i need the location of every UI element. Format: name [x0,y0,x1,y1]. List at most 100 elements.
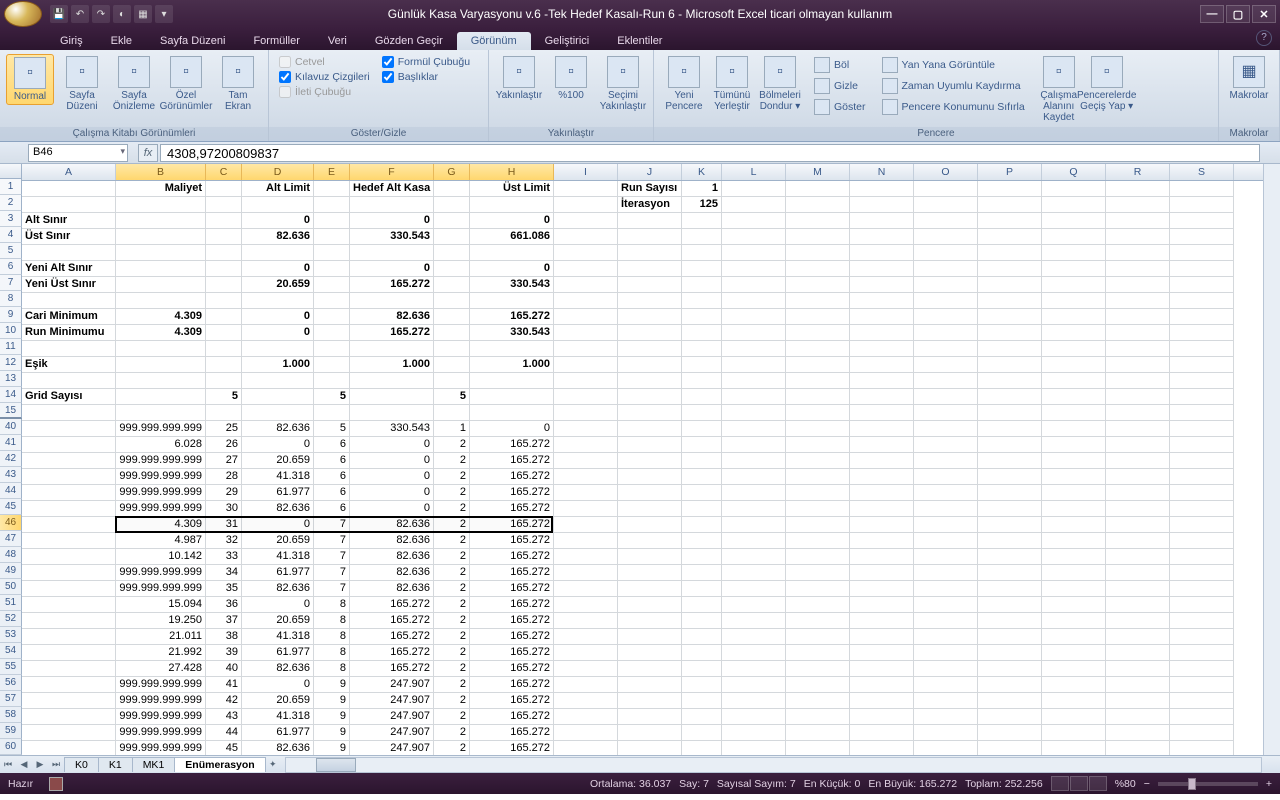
cell[interactable] [1042,693,1106,709]
cell[interactable] [786,693,850,709]
cell[interactable]: 2 [434,693,470,709]
name-box[interactable]: B46 [28,144,128,162]
cell[interactable] [22,693,116,709]
cell[interactable]: 6 [314,485,350,501]
cell[interactable] [1042,309,1106,325]
cell[interactable]: 165.272 [350,613,434,629]
cell[interactable] [1170,293,1234,309]
cell[interactable] [682,565,722,581]
cell[interactable]: 2 [434,469,470,485]
cell[interactable]: 165.272 [470,741,554,755]
cell[interactable] [1042,565,1106,581]
cell[interactable] [350,389,434,405]
cell[interactable]: 0 [242,309,314,325]
cell[interactable] [914,373,978,389]
cell[interactable] [206,261,242,277]
cell[interactable] [22,421,116,437]
cell[interactable] [554,325,618,341]
cell[interactable] [978,533,1042,549]
cell[interactable] [206,181,242,197]
cell[interactable] [206,309,242,325]
row-header[interactable]: 41 [0,435,22,451]
row-header[interactable]: 56 [0,675,22,691]
cell[interactable] [618,693,682,709]
qat-icon[interactable]: ▦ [134,5,152,23]
cell[interactable] [22,597,116,613]
cell[interactable] [1042,389,1106,405]
cell[interactable] [722,597,786,613]
cell[interactable] [470,293,554,309]
cell[interactable]: 2 [434,533,470,549]
cell[interactable] [314,373,350,389]
cell[interactable] [618,517,682,533]
cell[interactable] [554,693,618,709]
cell[interactable] [722,725,786,741]
cell[interactable] [1170,213,1234,229]
cell[interactable] [1106,309,1170,325]
cell[interactable] [682,421,722,437]
row-header[interactable]: 1 [0,179,22,195]
cell[interactable] [554,581,618,597]
cell[interactable] [242,197,314,213]
cell[interactable] [682,485,722,501]
cell[interactable]: 41.318 [242,469,314,485]
cell[interactable]: 7 [314,517,350,533]
cell[interactable] [242,405,314,421]
ribbon-tab[interactable]: Sayfa Düzeni [146,32,239,50]
cell[interactable] [786,437,850,453]
cell[interactable]: 0 [242,213,314,229]
row-header[interactable]: 14 [0,387,22,403]
cell[interactable]: Run Minimumu [22,325,116,341]
cell[interactable] [554,741,618,755]
cell[interactable] [722,229,786,245]
cell[interactable] [470,197,554,213]
cell[interactable] [850,709,914,725]
cell[interactable]: 2 [434,709,470,725]
cell[interactable]: 0 [242,597,314,613]
cell[interactable] [22,437,116,453]
cell[interactable] [22,405,116,421]
cell[interactable] [350,341,434,357]
cell[interactable] [682,341,722,357]
row-header[interactable]: 47 [0,531,22,547]
cell[interactable]: 247.907 [350,693,434,709]
cell[interactable] [116,277,206,293]
cell[interactable] [914,693,978,709]
cell[interactable] [682,533,722,549]
cell[interactable] [682,325,722,341]
cell[interactable] [242,293,314,309]
cell[interactable] [914,357,978,373]
cell[interactable] [618,213,682,229]
cell[interactable]: 330.543 [350,229,434,245]
cell[interactable]: 2 [434,565,470,581]
row-header[interactable]: 4 [0,227,22,243]
cell[interactable] [850,613,914,629]
cell[interactable] [116,341,206,357]
cell[interactable] [22,613,116,629]
tab-nav-prev[interactable]: ◀ [16,757,32,773]
cell[interactable]: 21.011 [116,629,206,645]
cell[interactable] [1042,405,1106,421]
cell[interactable] [1106,677,1170,693]
cell[interactable] [850,405,914,421]
cell[interactable] [914,421,978,437]
cell[interactable] [978,213,1042,229]
cell[interactable]: 4.309 [116,517,206,533]
cell[interactable] [786,341,850,357]
cell[interactable] [1106,277,1170,293]
cell[interactable]: 999.999.999.999 [116,565,206,581]
sheet-tab[interactable]: K1 [98,757,133,772]
cell[interactable] [554,725,618,741]
cell[interactable]: 165.272 [470,725,554,741]
cell[interactable] [1042,725,1106,741]
cell[interactable]: 2 [434,437,470,453]
cell[interactable]: 330.543 [470,277,554,293]
cell[interactable] [978,693,1042,709]
ribbon-button[interactable]: ▫Seçimi Yakınlaştır [599,54,647,114]
fx-icon[interactable]: fx [138,144,158,162]
cell[interactable]: 8 [314,597,350,613]
cell[interactable] [554,213,618,229]
cell[interactable] [978,197,1042,213]
cell[interactable] [434,261,470,277]
cell[interactable] [1106,549,1170,565]
